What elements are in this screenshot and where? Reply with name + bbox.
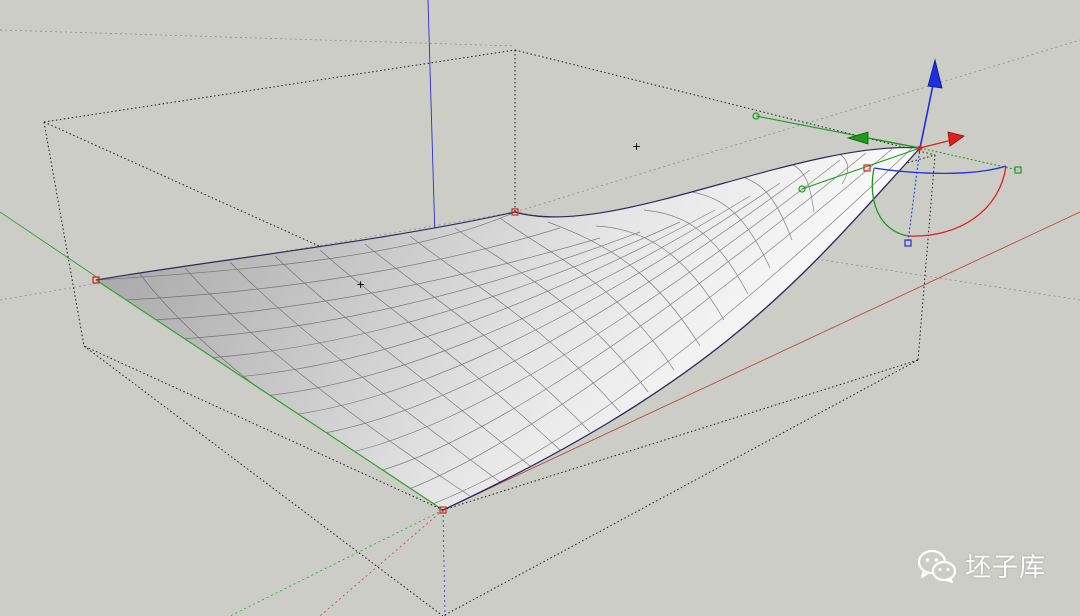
surface-mesh[interactable] [95, 146, 921, 511]
watermark: 坯子库 [917, 547, 1046, 584]
center-marker: + [632, 140, 641, 153]
red-rotation-arc[interactable] [907, 165, 1007, 237]
gizmo-origin[interactable] [917, 145, 923, 151]
watermark-text: 坯子库 [964, 553, 1046, 583]
center-marker-2: + [356, 278, 365, 291]
3d-viewport[interactable]: + + 坯子库 [0, 0, 1080, 616]
green-arrow-icon[interactable] [846, 131, 869, 145]
blue-arrow-icon[interactable] [927, 58, 943, 89]
wechat-icon [917, 549, 957, 583]
blue-axis-line-below [442, 509, 446, 616]
scene-canvas[interactable]: + + [0, 0, 1080, 616]
green-axis-line-back [229, 509, 444, 616]
red-arrow-icon[interactable] [947, 131, 965, 147]
red-axis-line-back [319, 509, 444, 616]
